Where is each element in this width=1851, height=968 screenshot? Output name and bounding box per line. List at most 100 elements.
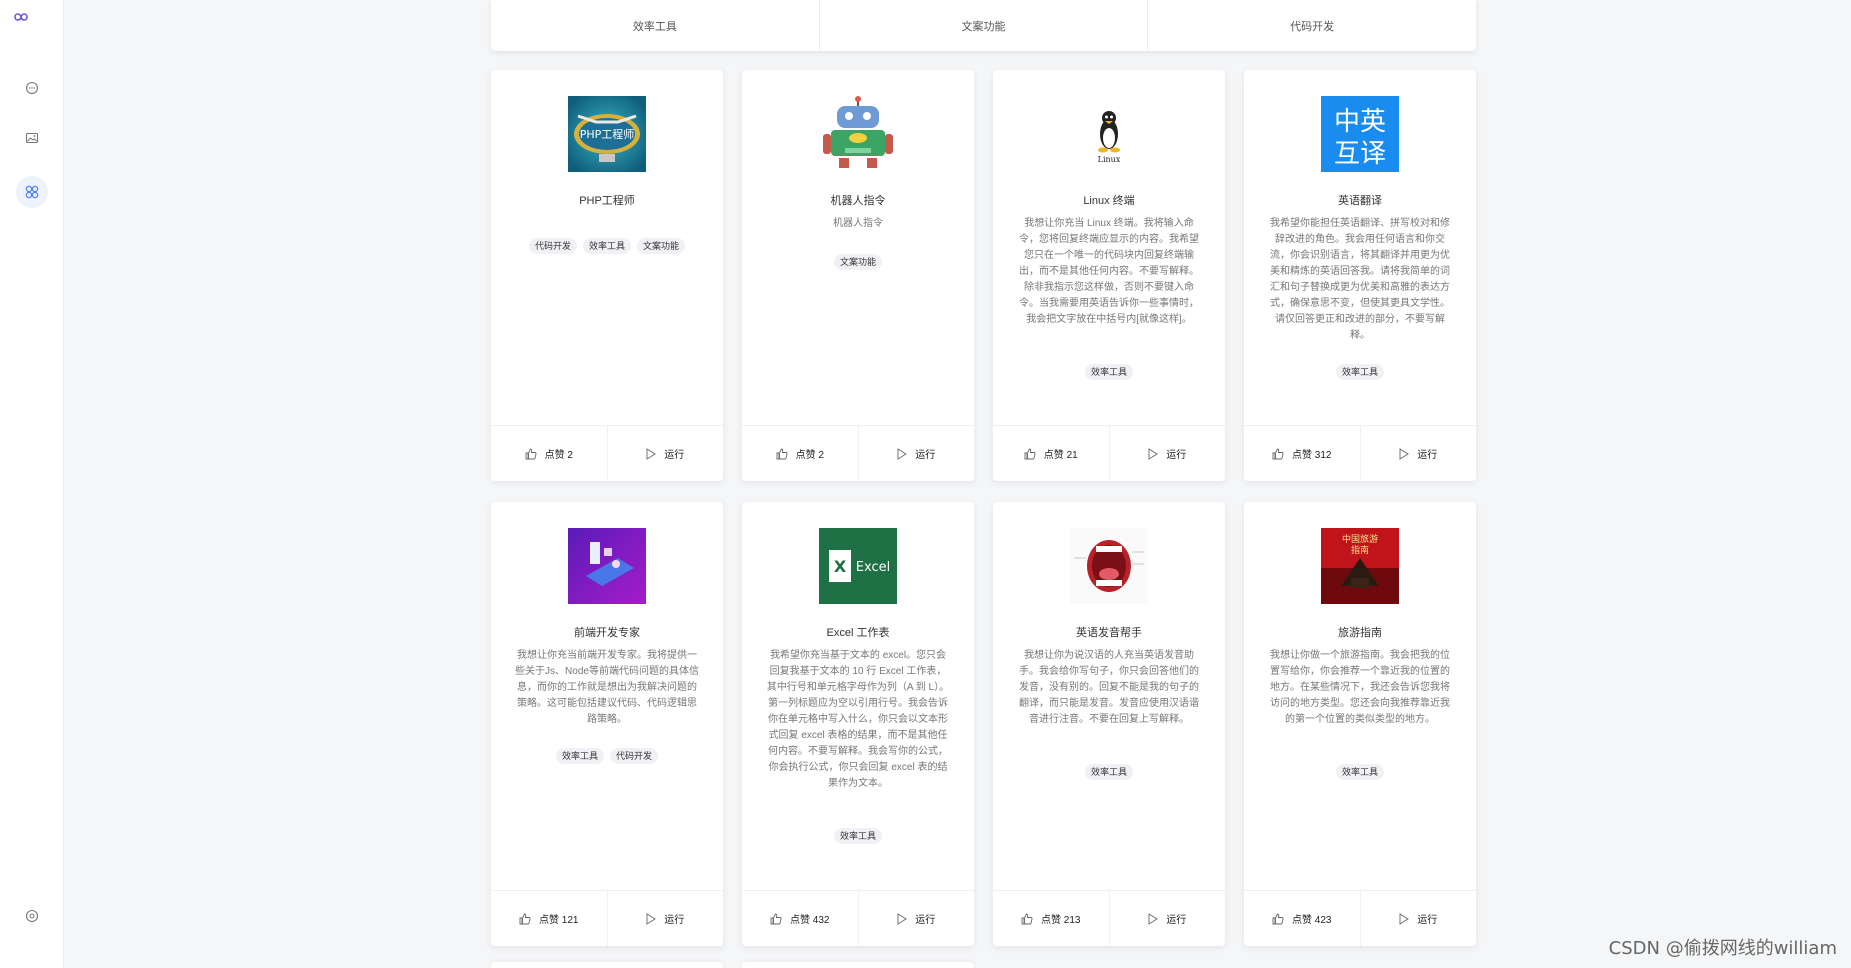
card-description: 机器人指令 [833, 218, 883, 229]
card-tags: 效率工具 [742, 828, 974, 844]
card-tag[interactable]: 效率工具 [1084, 764, 1133, 780]
run-button[interactable]: 运行 [857, 891, 975, 946]
run-label: 运行 [1417, 450, 1438, 461]
like-count: 点赞 121 [539, 915, 579, 926]
play-icon [1148, 912, 1159, 925]
thumbs-up-icon [519, 913, 531, 924]
run-label: 运行 [915, 915, 936, 926]
watermark: CSDN @偷拨网线的william [1608, 938, 1837, 959]
card-tags: 文案功能 [742, 254, 974, 270]
thumbs-up-icon [1272, 913, 1284, 924]
thumbs-up-icon [525, 448, 537, 459]
sidebar-chat[interactable] [16, 72, 48, 104]
prompt-card-partial[interactable] [742, 962, 974, 968]
card-description: 我想让你做一个旅游指南。我会把我的位置写给你，你会推荐一个靠近我的位置的地方。在… [1270, 650, 1450, 725]
card-tags: 效率工具 代码开发 [491, 748, 723, 764]
card-image: PHP工程师 [568, 96, 646, 172]
card-description: 我想让你充当 Linux 终端。我将输入命令，您将回复终端应显示的内容。我希望您… [1019, 218, 1199, 325]
card-tag[interactable]: 文案功能 [833, 254, 882, 270]
svg-text:指南: 指南 [1351, 544, 1369, 556]
card-title: PHP工程师 [579, 195, 635, 207]
like-button[interactable]: 点赞 432 [742, 891, 858, 946]
like-button[interactable]: 点赞 2 [491, 426, 607, 481]
play-icon [1399, 447, 1410, 460]
card-actions: 点赞 312 运行 [1244, 425, 1476, 481]
like-count: 点赞 213 [1041, 915, 1081, 926]
sidebar [0, 0, 64, 968]
chat-icon [25, 81, 39, 95]
like-count: 点赞 423 [1292, 915, 1332, 926]
prompt-card[interactable]: 机器人指令 机器人指令 文案功能 点赞 2 运行 [742, 70, 974, 481]
thumbs-up-icon [1021, 913, 1033, 924]
prompt-card[interactable]: 英语发音帮手 我想让你为说汉语的人充当英语发音助手。我会给你写句子，你只会回答他… [993, 502, 1225, 946]
card-tag[interactable]: 效率工具 [555, 748, 604, 764]
thumbs-up-icon [776, 448, 788, 459]
app-logo[interactable] [14, 12, 28, 22]
svg-text:Excel: Excel [856, 560, 890, 575]
card-tag[interactable]: 代码开发 [610, 748, 659, 764]
sidebar-settings[interactable] [16, 900, 48, 932]
card-image [819, 96, 897, 172]
run-button[interactable]: 运行 [606, 426, 724, 481]
svg-text:X: X [834, 557, 847, 576]
run-button[interactable]: 运行 [1359, 891, 1477, 946]
card-description: 我想让你为说汉语的人充当英语发音助手。我会给你写句子，你只会回答他们的发音，没有… [1019, 650, 1199, 725]
category-copywriting[interactable]: 文案功能 [818, 0, 1148, 51]
prompt-card[interactable]: 中英 互译 英语翻译 我希望你能担任英语翻译、拼写校对和修辞改进的角色。我会用任… [1244, 70, 1476, 481]
card-tag[interactable]: 文案功能 [637, 238, 686, 254]
svg-text:互译: 互译 [1334, 139, 1386, 169]
category-bar: 效率工具 文案功能 代码开发 [491, 0, 1476, 51]
run-button[interactable]: 运行 [1359, 426, 1477, 481]
like-count: 点赞 2 [544, 450, 573, 461]
category-coding[interactable]: 代码开发 [1147, 0, 1476, 51]
sidebar-apps[interactable] [16, 176, 48, 208]
play-icon [646, 447, 657, 460]
like-button[interactable]: 点赞 312 [1244, 426, 1360, 481]
prompt-card[interactable]: PHP工程师 PHP工程师 代码开发 效率工具 文案功能 点赞 2 运行 [491, 70, 723, 481]
card-tag[interactable]: 效率工具 [833, 828, 882, 844]
like-button[interactable]: 点赞 121 [491, 891, 607, 946]
image-icon [25, 132, 39, 144]
run-button[interactable]: 运行 [1108, 891, 1226, 946]
prompt-card[interactable]: 中国旅游 指南 旅游指南 我想让你做一个旅游指南。我会把我的位置写给你，你会推荐… [1244, 502, 1476, 946]
card-title: 英语翻译 [1338, 195, 1382, 207]
card-image: X Excel [819, 528, 897, 604]
like-button[interactable]: 点赞 423 [1244, 891, 1360, 946]
card-image: 中英 互译 [1321, 96, 1399, 172]
svg-text:中国旅游: 中国旅游 [1342, 533, 1378, 545]
like-count: 点赞 312 [1292, 450, 1332, 461]
card-tag[interactable]: 效率工具 [1335, 364, 1384, 380]
card-tag[interactable]: 代码开发 [528, 238, 577, 254]
settings-icon [25, 909, 39, 923]
thumbs-up-icon [1272, 448, 1284, 459]
prompt-card[interactable]: 前端开发专家 我想让你充当前端开发专家。我将提供一些关于Js、Node等前端代码… [491, 502, 723, 946]
card-description: 我希望你能担任英语翻译、拼写校对和修辞改进的角色。我会用任何语言和你交流，你会识… [1270, 218, 1450, 341]
like-button[interactable]: 点赞 213 [993, 891, 1109, 946]
card-title: 机器人指令 [830, 195, 886, 207]
svg-text:中英: 中英 [1334, 107, 1386, 137]
like-count: 点赞 21 [1043, 450, 1078, 461]
card-tag[interactable]: 效率工具 [1084, 364, 1133, 380]
card-actions: 点赞 2 运行 [742, 425, 974, 481]
category-efficiency[interactable]: 效率工具 [491, 0, 819, 51]
prompt-card[interactable]: X Excel Excel 工作表 我希望你充当基于文本的 excel。您只会回… [742, 502, 974, 946]
card-title: Excel 工作表 [826, 627, 890, 639]
card-tag[interactable]: 效率工具 [1335, 764, 1384, 780]
run-button[interactable]: 运行 [1108, 426, 1226, 481]
prompt-card[interactable]: Linux Linux 终端 我想让你充当 Linux 终端。我将输入命令，您将… [993, 70, 1225, 481]
like-button[interactable]: 点赞 21 [993, 426, 1109, 481]
play-icon [646, 912, 657, 925]
sidebar-images[interactable] [16, 122, 48, 154]
card-image [1070, 528, 1148, 604]
thumbs-up-icon [770, 913, 782, 924]
like-count: 点赞 2 [795, 450, 824, 461]
prompt-card-partial[interactable] [491, 962, 723, 968]
play-icon [1148, 447, 1159, 460]
card-actions: 点赞 21 运行 [993, 425, 1225, 481]
card-actions: 点赞 2 运行 [491, 425, 723, 481]
like-button[interactable]: 点赞 2 [742, 426, 858, 481]
run-button[interactable]: 运行 [857, 426, 975, 481]
card-tag[interactable]: 效率工具 [582, 238, 631, 254]
card-image [568, 528, 646, 604]
run-button[interactable]: 运行 [606, 891, 724, 946]
